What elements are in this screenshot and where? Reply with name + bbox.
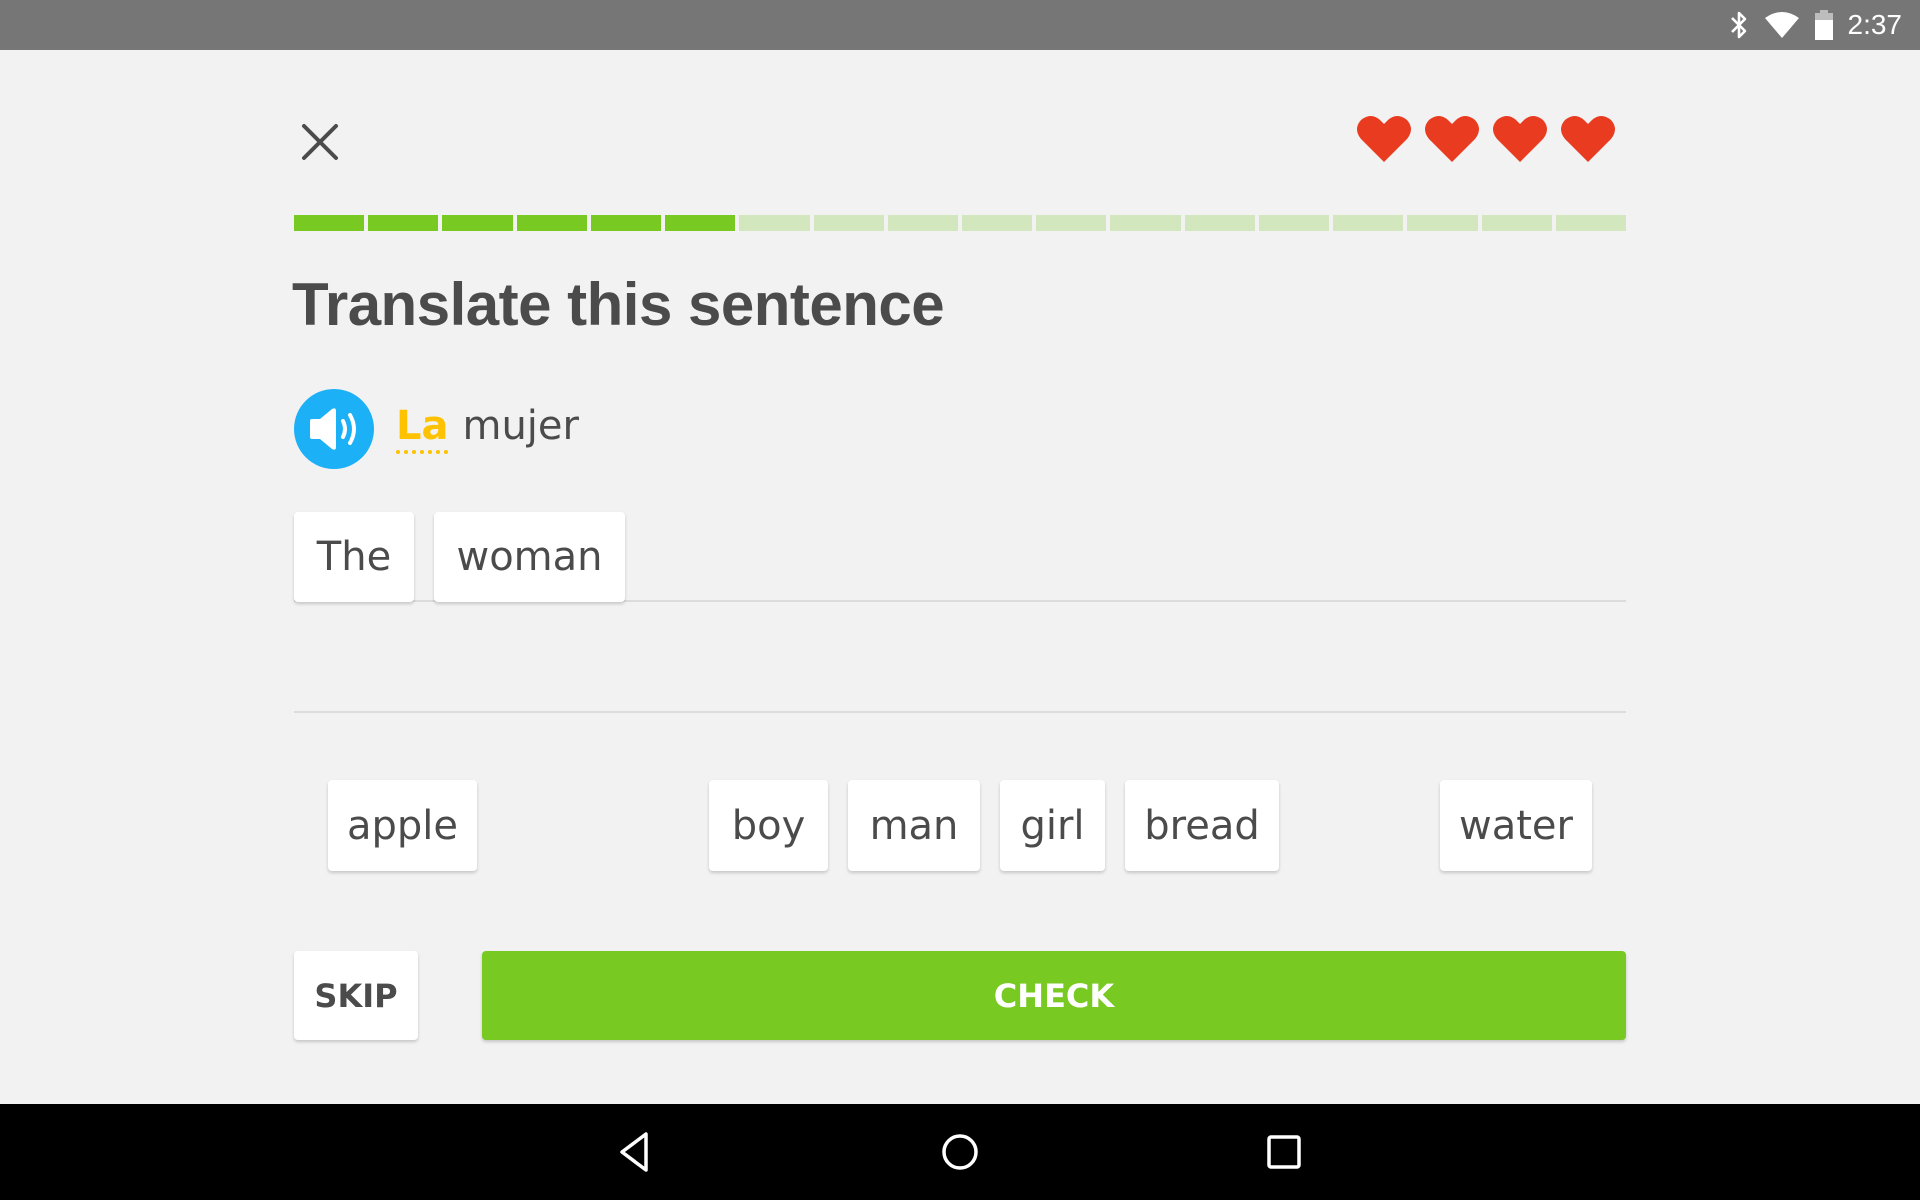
progress-segment-remaining <box>1184 215 1255 231</box>
home-button[interactable] <box>936 1128 984 1176</box>
progress-segment-complete <box>665 215 736 231</box>
prompt-word-hint[interactable]: La <box>396 402 449 454</box>
answer-line-2 <box>294 711 1626 713</box>
speaker-icon <box>310 408 356 450</box>
prompt-word: mujer <box>462 403 579 449</box>
word-bank-tile[interactable]: man <box>848 780 980 871</box>
word-bank-tile[interactable]: apple <box>328 780 477 871</box>
close-icon <box>302 124 338 160</box>
progress-segment-remaining <box>1333 215 1404 231</box>
answer-tile[interactable]: The <box>294 512 414 602</box>
back-button[interactable] <box>612 1128 660 1176</box>
heart-icon <box>1425 116 1479 162</box>
word-bank-tile[interactable]: girl <box>1000 780 1105 871</box>
home-icon <box>942 1134 978 1170</box>
bluetooth-icon <box>1730 11 1746 39</box>
progress-segment-remaining <box>813 215 884 231</box>
battery-icon <box>1814 10 1833 40</box>
word-bank-tile[interactable]: bread <box>1125 780 1279 871</box>
check-button[interactable]: CHECK <box>482 951 1626 1040</box>
status-icons: 2:37 <box>1728 0 1903 50</box>
progress-segment-complete <box>442 215 513 231</box>
close-button[interactable] <box>296 118 344 166</box>
progress-segment-remaining <box>961 215 1033 231</box>
heart-icon <box>1357 116 1411 162</box>
heart-icon <box>1493 116 1547 162</box>
progress-segment-remaining <box>1036 215 1107 231</box>
challenge-title: Translate this sentence <box>292 271 945 338</box>
progress-segment-complete <box>516 215 587 231</box>
word-bank-tile[interactable]: boy <box>709 780 828 871</box>
progress-segment-complete <box>368 215 439 231</box>
progress-segment-complete <box>590 215 662 231</box>
back-icon <box>620 1132 648 1172</box>
progress-segment-remaining <box>1407 215 1478 231</box>
play-audio-button[interactable] <box>294 389 374 469</box>
wifi-icon <box>1764 12 1799 38</box>
progress-segment-remaining <box>1110 215 1181 231</box>
status-time: 2:37 <box>1847 9 1903 40</box>
progress-segment-remaining <box>1258 215 1330 231</box>
progress-segment-remaining <box>1555 215 1626 231</box>
progress-segment-remaining <box>887 215 958 231</box>
prompt-sentence: La mujer <box>396 402 579 454</box>
word-bank-tile[interactable]: water <box>1440 780 1592 871</box>
hearts-lives <box>1356 114 1616 164</box>
status-bar: 2:37 <box>0 0 1920 50</box>
heart-icon <box>1561 116 1615 162</box>
lesson-progress-bar <box>294 215 1626 231</box>
skip-button[interactable]: SKIP <box>294 951 418 1040</box>
android-nav-bar <box>0 1104 1920 1200</box>
progress-segment-complete <box>294 215 365 231</box>
recents-icon <box>1267 1135 1301 1169</box>
progress-segment-remaining <box>739 215 810 231</box>
progress-segment-remaining <box>1481 215 1552 231</box>
answer-tile[interactable]: woman <box>434 512 625 602</box>
recents-button[interactable] <box>1260 1128 1308 1176</box>
